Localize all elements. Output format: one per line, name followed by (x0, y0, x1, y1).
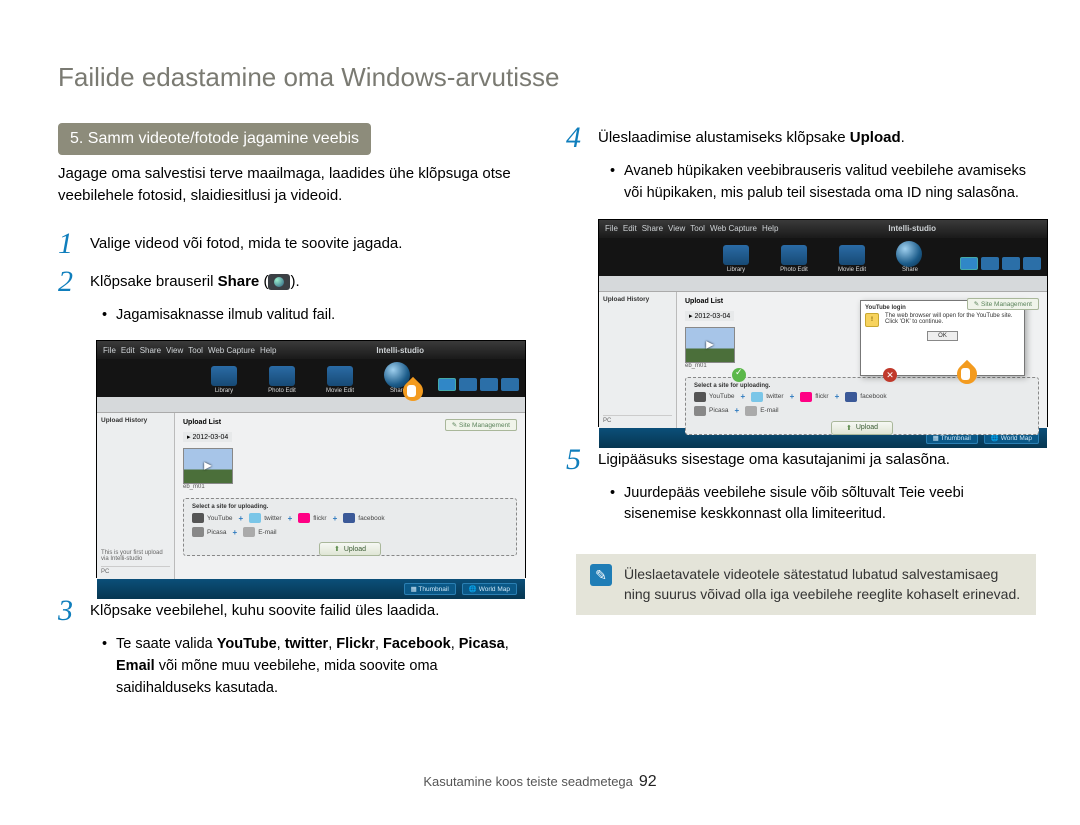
step-1: 1 Valige videod või fotod, mida te soovi… (58, 229, 526, 259)
page-footer: Kasutamine koos teiste seadmetega92 (0, 773, 1080, 791)
note-box: ✎ Üleslaetavatele videotele sätestatud l… (576, 554, 1036, 615)
site-management-button[interactable]: ✎ Site Management (445, 419, 517, 431)
step-2: 2 Klõpsake brauseril Share (). (58, 267, 526, 297)
step-3: 3 Klõpsake veebilehel, kuhu soovite fail… (58, 596, 526, 626)
screenshot-upload-confirm: FileEditShareViewToolWeb CaptureHelp Int… (598, 219, 1048, 427)
page-title: Failide edastamine oma Windows-arvutisse (58, 62, 1022, 93)
note-text: Üleslaetavatele videotele sätestatud lub… (624, 564, 1022, 605)
step-3-number: 3 (58, 596, 80, 626)
step-2-bullet: •Jagamisaknasse ilmub valitud fail. (102, 305, 526, 327)
note-icon: ✎ (590, 564, 612, 586)
step-4-text: Üleslaadimise alustamiseks klõpsake Uplo… (598, 123, 905, 149)
step-5-text: Ligipääsuks sisestage oma kasutajanimi j… (598, 445, 950, 471)
step-4-number: 4 (566, 123, 588, 153)
step-header: 5. Samm videote/fotode jagamine veebis (58, 123, 371, 155)
step-5: 5 Ligipääsuks sisestage oma kasutajanimi… (566, 445, 1036, 475)
left-column: 5. Samm videote/fotode jagamine veebis J… (58, 123, 526, 714)
site-management-button[interactable]: ✎ Site Management (967, 298, 1039, 310)
upload-button[interactable]: Upload (319, 542, 381, 556)
intro-text: Jagage oma salvestisi terve maailmaga, l… (58, 163, 526, 207)
share-icon (268, 274, 290, 290)
step-4: 4 Üleslaadimise alustamiseks klõpsake Up… (566, 123, 1036, 153)
step-2-number: 2 (58, 267, 80, 297)
step-3-text: Klõpsake veebilehel, kuhu soovite failid… (90, 596, 439, 622)
login-dialog: YouTube login ! The web browser will ope… (860, 300, 1025, 376)
upload-button[interactable]: Upload (831, 421, 893, 435)
step-5-bullet: •Juurdepääs veebilehe sisule võib sõltuv… (610, 483, 1036, 527)
check-icon (732, 368, 746, 382)
right-column: 4 Üleslaadimise alustamiseks klõpsake Up… (566, 123, 1036, 714)
screenshot-share-window: FileEditShareViewToolWeb CaptureHelp Int… (96, 340, 526, 578)
step-3-bullet: • Te saate valida YouTube, twitter, Flic… (102, 634, 526, 699)
close-icon: ✕ (883, 368, 897, 382)
step-1-text: Valige videod või fotod, mida te soovite… (90, 229, 402, 255)
step-4-bullet: •Avaneb hüpikaken veebibrauseris valitud… (610, 161, 1036, 205)
step-1-number: 1 (58, 229, 80, 259)
step-5-number: 5 (566, 445, 588, 475)
step-2-text: Klõpsake brauseril Share (). (90, 267, 300, 293)
dialog-ok-button[interactable]: OK (927, 331, 958, 341)
